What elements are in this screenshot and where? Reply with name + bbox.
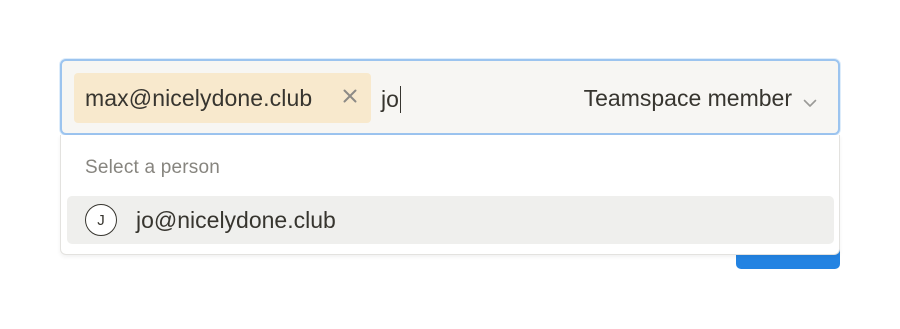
avatar: J [85, 204, 117, 236]
role-dropdown[interactable]: Teamspace member [584, 83, 818, 113]
search-query-text: jo [381, 85, 399, 112]
person-suggestions-menu: Select a person J jo@nicelydone.club [60, 135, 840, 255]
menu-header: Select a person [85, 157, 221, 178]
suggestion-item-jo[interactable]: J jo@nicelydone.club [67, 196, 834, 244]
chevron-down-icon [802, 90, 818, 107]
suggestion-item-label: jo@nicelydone.club [136, 206, 336, 233]
text-caret [399, 85, 402, 113]
invite-dialog: max@nicelydone.club jo Teamspace member … [0, 0, 900, 329]
chip-label: max@nicelydone.club [85, 84, 313, 111]
role-dropdown-value: Teamspace member [583, 84, 792, 111]
close-icon[interactable] [341, 87, 359, 105]
selected-person-chip: max@nicelydone.club [74, 73, 371, 123]
invite-input-box[interactable]: max@nicelydone.club jo Teamspace member [60, 59, 840, 135]
search-input[interactable]: jo [381, 85, 402, 113]
